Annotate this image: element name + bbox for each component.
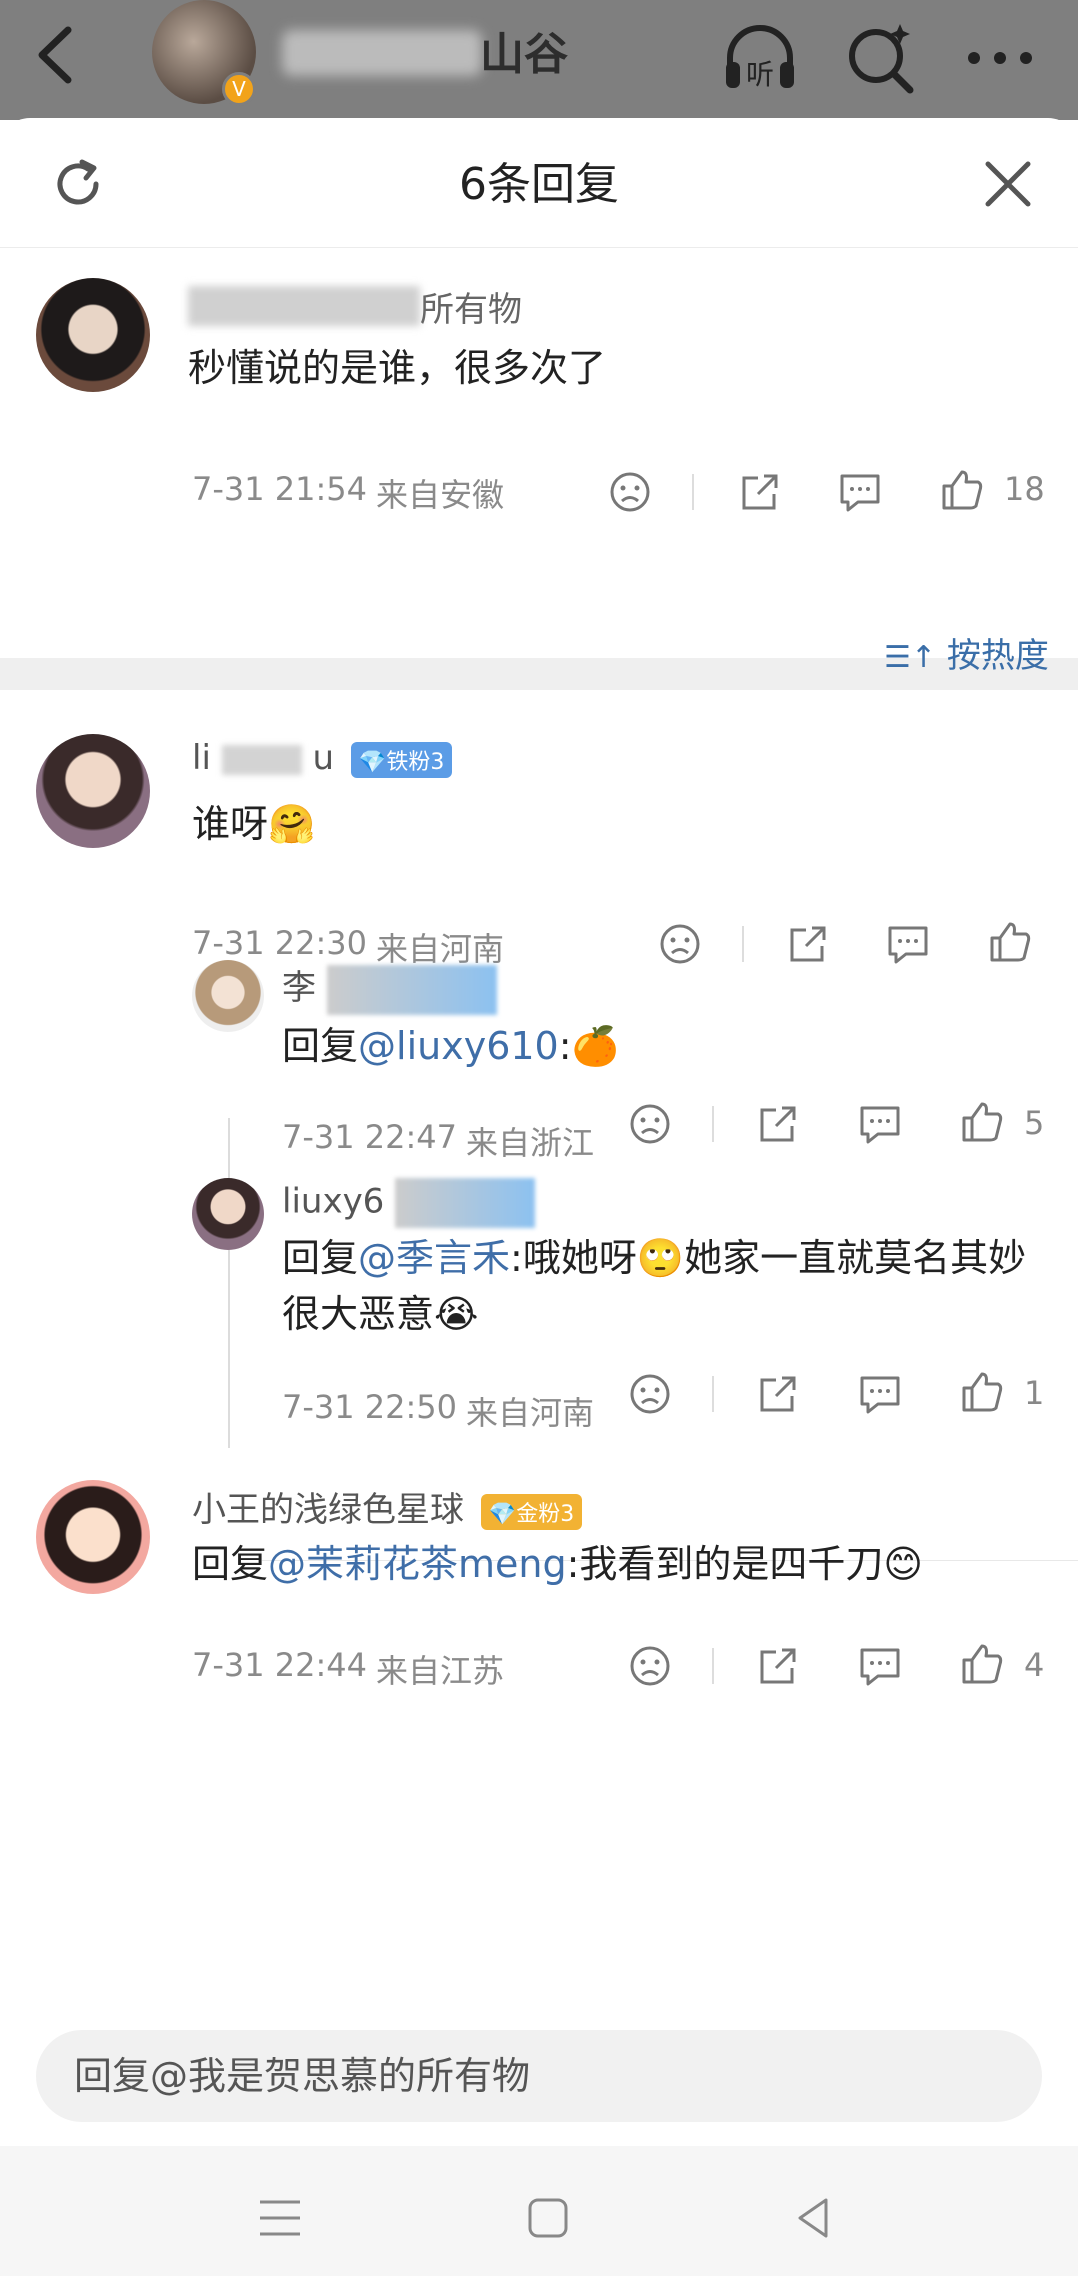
avatar[interactable] [36,278,150,392]
like-icon[interactable] [938,466,986,514]
dislike-icon[interactable] [626,1642,674,1690]
dislike-icon[interactable] [626,1100,674,1148]
replies-sheet: 6条回复 所有物 秒懂说的是谁，很多次了 7-31 21:54 来自安徽 18 … [0,118,1078,2276]
menu-icon[interactable] [252,2190,308,2246]
avatar[interactable] [36,1480,150,1594]
fan-badge-label: 金粉3 [516,1501,575,1527]
like-count: 18 [1004,470,1045,508]
home-icon[interactable] [520,2190,576,2246]
share-icon[interactable] [736,468,784,516]
reply-prefix: 回复 [282,1236,359,1280]
more-icon[interactable] [960,18,1040,98]
comment-text: 回复@liuxy610:🍊 [282,1018,619,1074]
name-visible-part: li [192,738,211,778]
commenter-name[interactable]: 所有物 [420,282,522,331]
post-header: V 山谷 听 [0,0,1078,120]
search-icon[interactable] [840,18,920,98]
replies-count-title: 6条回复 [459,159,619,210]
blurred-name [326,964,497,1015]
share-icon[interactable] [754,1370,802,1418]
comment-location: 来自江苏 [376,1652,505,1690]
dislike-icon[interactable] [626,1370,674,1418]
comment-icon[interactable] [856,1100,904,1148]
divider [712,1648,714,1684]
avatar[interactable] [192,960,264,1032]
divider [742,926,744,962]
reply-prefix: 回复 [192,1542,269,1586]
comment-icon[interactable] [856,1642,904,1690]
like-icon[interactable] [958,1640,1006,1688]
back-icon[interactable] [28,20,88,90]
reply-input[interactable]: 回复@我是贺思慕的所有物 [36,2030,1042,2122]
comment-location: 来自安徽 [376,476,505,514]
fan-badge: 💎金粉3 [480,1493,583,1530]
name-visible-part: 李 [282,968,316,1008]
sort-label: 按热度 [946,636,1049,676]
author-name[interactable]: 山谷 [480,18,568,82]
like-count: 4 [1024,1646,1045,1684]
avatar[interactable] [36,734,150,848]
blurred-name [221,744,302,775]
listen-icon[interactable]: 听 [720,18,800,98]
like-icon[interactable] [986,918,1034,966]
dislike-icon[interactable] [656,920,704,968]
reply-content: :🍊 [558,1024,619,1068]
sort-by-hot[interactable]: ☰↑ 按热度 [884,628,1049,677]
comment-time: 7-31 22:47 [282,1118,458,1156]
comment-icon[interactable] [856,1370,904,1418]
comment-time: 7-31 21:54 [192,470,368,508]
sort-icon: ☰↑ [884,640,937,675]
comment-text: 回复@茉莉花茶meng:我看到的是四千刀😊 [192,1536,923,1592]
reply-content: :我看到的是四千刀😊 [566,1542,924,1586]
dislike-icon[interactable] [606,468,654,516]
commenter-name[interactable]: li u 💎铁粉3 [192,738,453,778]
comment-text: 谁呀🤗 [192,802,316,846]
divider [692,474,694,510]
comment-time: 7-31 22:30 [192,924,368,962]
divider [712,1106,714,1142]
comment-location: 来自浙江 [466,1124,595,1162]
verified-badge: V [222,72,256,106]
fan-badge: 💎铁粉3 [350,741,453,778]
like-icon[interactable] [958,1098,1006,1146]
share-icon[interactable] [754,1642,802,1690]
fan-badge-label: 铁粉3 [386,749,445,775]
blurred-name [395,1178,536,1228]
mention-link[interactable]: @liuxy610 [358,1024,559,1068]
share-icon[interactable] [754,1100,802,1148]
blurred-name [188,286,420,326]
mention-link[interactable]: @季言禾 [358,1236,510,1280]
name-visible-part: liuxy6 [282,1181,385,1222]
name-visible-part: u [312,738,335,778]
like-count: 1 [1024,1374,1045,1412]
comment-icon[interactable] [836,468,884,516]
listen-label: 听 [746,58,774,91]
thread-line [228,1118,230,1448]
comment-time: 7-31 22:44 [192,1646,368,1684]
name-visible-part: 小王的浅绿色星球 [192,1490,464,1530]
comment-text: 回复@季言禾:哦她呀🙄她家一直就莫名其妙很大恶意😭 [282,1230,1042,1342]
like-count: 5 [1024,1104,1045,1142]
comment-location: 来自河南 [466,1394,595,1432]
back-nav-icon[interactable] [786,2190,842,2246]
blurred-author-name [282,30,482,76]
close-icon[interactable] [980,156,1036,212]
avatar[interactable] [192,1178,264,1250]
sheet-header: 6条回复 [0,118,1078,248]
divider [712,1376,714,1412]
system-nav-bar [0,2146,1078,2276]
mention-link[interactable]: @茉莉花茶meng [268,1542,567,1586]
like-icon[interactable] [958,1368,1006,1416]
commenter-name[interactable]: 李 [282,960,497,1015]
comment-icon[interactable] [884,920,932,968]
reply-prefix: 回复 [282,1024,359,1068]
comment-text: 秒懂说的是谁，很多次了 [188,346,607,390]
comment-time: 7-31 22:50 [282,1388,458,1426]
share-icon[interactable] [784,920,832,968]
commenter-name[interactable]: 小王的浅绿色星球 💎金粉3 [192,1482,583,1531]
commenter-name[interactable]: liuxy6 [282,1178,536,1228]
